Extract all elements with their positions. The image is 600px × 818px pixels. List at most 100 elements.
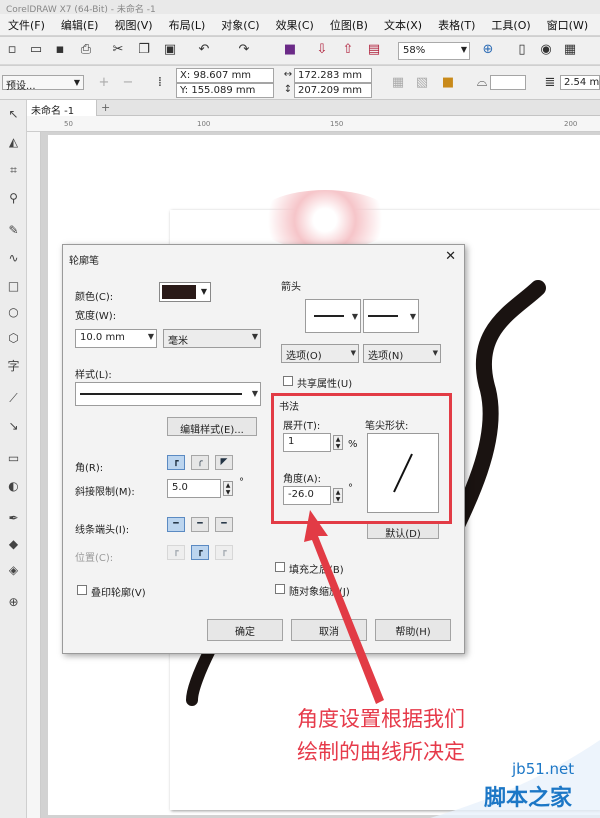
callout-arrow xyxy=(304,510,384,704)
paste-icon[interactable]: ▣ xyxy=(162,42,178,58)
add-preset-icon[interactable]: + xyxy=(96,75,112,91)
width-select[interactable]: 10.0 mm ▼ xyxy=(75,329,157,348)
inside-position-icon[interactable]: ┏ xyxy=(215,545,233,560)
outline-width-icon: ≣ xyxy=(544,75,556,90)
menu-object[interactable]: 对象(C) xyxy=(213,17,267,33)
miter-corner-icon[interactable]: ┏ xyxy=(167,455,185,470)
interactive-fill-icon[interactable]: ◆ xyxy=(5,536,22,553)
bevel-corner-icon[interactable]: ◤ xyxy=(215,455,233,470)
fill-behind-checkbox[interactable] xyxy=(275,562,285,572)
share-attributes-checkbox[interactable] xyxy=(283,376,293,386)
print-icon[interactable]: ⎙ xyxy=(78,42,94,58)
snap-to-icon[interactable]: ▦ xyxy=(562,42,578,58)
miter-limit-spinner[interactable]: ▲ ▼ xyxy=(223,481,233,496)
round-cap-icon[interactable]: ━ xyxy=(191,517,209,532)
scale-icon[interactable]: ▦ xyxy=(390,75,406,91)
arrow-options-left-button[interactable]: 选项(O) ▼ xyxy=(281,344,359,363)
lock-ratio-icon[interactable]: ▧ xyxy=(414,75,430,91)
unit-select[interactable]: 毫米 ▼ xyxy=(163,329,261,348)
x-position-field[interactable]: X: 98.607 mm xyxy=(176,68,274,83)
miter-limit-field[interactable]: 5.0 xyxy=(167,479,221,498)
menu-tools[interactable]: 工具(O) xyxy=(483,17,538,33)
ok-button[interactable]: 确定 xyxy=(207,619,283,641)
menu-bitmaps[interactable]: 位图(B) xyxy=(322,17,376,33)
menu-edit[interactable]: 编辑(E) xyxy=(53,17,107,33)
remove-preset-icon[interactable]: − xyxy=(120,75,136,91)
parallel-dimension-icon[interactable]: ⟋ xyxy=(5,390,22,407)
object-origin-icon[interactable]: ⁞ xyxy=(152,75,168,91)
chevron-down-icon: ▼ xyxy=(147,332,154,341)
undo-icon[interactable]: ↶ xyxy=(196,42,212,58)
zoom-tool-icon[interactable]: ⚲ xyxy=(5,190,22,207)
chevron-down-icon: ▼ xyxy=(251,389,258,398)
import-icon[interactable]: ⇩ xyxy=(314,42,330,58)
transparency-icon[interactable]: ◐ xyxy=(5,478,22,495)
shape-tool-icon[interactable]: ◭ xyxy=(5,134,22,151)
freehand-tool-icon[interactable]: ✎ xyxy=(5,222,22,239)
menu-text[interactable]: 文本(X) xyxy=(376,17,430,33)
menu-window[interactable]: 窗口(W) xyxy=(539,17,596,33)
mirror-icon[interactable]: ■ xyxy=(440,75,456,91)
cut-icon[interactable]: ✂ xyxy=(110,42,126,58)
search-content-icon[interactable]: ■ xyxy=(282,42,298,58)
save-icon[interactable]: ▪ xyxy=(52,42,68,58)
new-icon[interactable]: ▫ xyxy=(4,42,20,58)
smart-fill-icon[interactable]: ◈ xyxy=(5,562,22,579)
outside-position-icon[interactable]: ┏ xyxy=(167,545,185,560)
style-label: 样式(L): xyxy=(75,370,112,381)
chevron-down-icon: ▼ xyxy=(409,312,416,321)
y-position-field[interactable]: Y: 155.089 mm xyxy=(176,83,274,98)
connector-tool-icon[interactable]: ↘ xyxy=(5,418,22,435)
open-icon[interactable]: ▭ xyxy=(28,42,44,58)
object-height-field[interactable]: 207.209 mm xyxy=(294,83,372,98)
menu-view[interactable]: 视图(V) xyxy=(106,17,160,33)
polygon-tool-icon[interactable]: ⬡ xyxy=(5,330,22,347)
eyedropper-icon[interactable]: ✒ xyxy=(5,510,22,527)
horizontal-ruler: 50 100 150 200 xyxy=(27,116,600,132)
edit-style-button[interactable]: 编辑样式(E)... xyxy=(167,417,257,436)
publish-pdf-icon[interactable]: ▤ xyxy=(366,42,382,58)
rectangle-tool-icon[interactable]: □ xyxy=(5,278,22,295)
drop-shadow-icon[interactable]: ▭ xyxy=(5,450,22,467)
color-picker[interactable]: ▼ xyxy=(159,282,211,302)
round-corner-icon[interactable]: ╭ xyxy=(191,455,209,470)
full-screen-icon[interactable]: ⊕ xyxy=(480,42,496,58)
menu-table[interactable]: 表格(T) xyxy=(430,17,483,33)
style-select[interactable]: ▼ xyxy=(75,382,261,406)
document-tab[interactable]: 未命名 -1 xyxy=(27,100,97,117)
square-cap-icon[interactable]: ━ xyxy=(167,517,185,532)
crop-tool-icon[interactable]: ⌗ xyxy=(5,162,22,179)
text-tool-icon[interactable]: 字 xyxy=(5,358,22,375)
rotation-angle-field[interactable] xyxy=(490,75,526,90)
start-arrow-select[interactable]: ▼ xyxy=(305,299,361,333)
redo-icon[interactable]: ↷ xyxy=(236,42,252,58)
pick-tool-icon[interactable]: ↖ xyxy=(5,106,22,123)
show-grid-icon[interactable]: ◉ xyxy=(538,42,554,58)
end-arrow-select[interactable]: ▼ xyxy=(363,299,419,333)
corner-label: 角(R): xyxy=(75,463,104,474)
overprint-checkbox[interactable] xyxy=(77,585,87,595)
artistic-media-icon[interactable]: ∿ xyxy=(5,250,22,267)
extended-cap-icon[interactable]: ━ xyxy=(215,517,233,532)
scale-with-object-checkbox[interactable] xyxy=(275,584,285,594)
show-rulers-icon[interactable]: ▯ xyxy=(514,42,530,58)
y-position-value: Y: 155.089 mm xyxy=(180,85,256,96)
rotate-icon[interactable]: ⌓ xyxy=(474,75,490,91)
ellipse-tool-icon[interactable]: ○ xyxy=(5,304,22,321)
close-icon[interactable]: ✕ xyxy=(445,249,456,264)
vertical-ruler xyxy=(27,132,41,818)
zoom-level-select[interactable]: 58% ▼ xyxy=(398,42,470,60)
dialog-title: 轮廓笔 xyxy=(69,256,99,267)
menu-file[interactable]: 文件(F) xyxy=(0,17,53,33)
preset-select[interactable]: 预设... ▼ xyxy=(2,75,84,92)
arrow-options-right-button[interactable]: 选项(N) ▼ xyxy=(363,344,441,363)
export-icon[interactable]: ⇧ xyxy=(340,42,356,58)
outline-width-field[interactable]: 2.54 mm xyxy=(560,75,600,90)
add-document-icon[interactable]: + xyxy=(101,101,110,114)
copy-icon[interactable]: ❐ xyxy=(136,42,152,58)
add-tool-icon[interactable]: ⊕ xyxy=(5,594,22,611)
center-position-icon[interactable]: ┏ xyxy=(191,545,209,560)
object-width-field[interactable]: 172.283 mm xyxy=(294,68,372,83)
menu-layout[interactable]: 布局(L) xyxy=(161,17,214,33)
menu-effects[interactable]: 效果(C) xyxy=(268,17,322,33)
